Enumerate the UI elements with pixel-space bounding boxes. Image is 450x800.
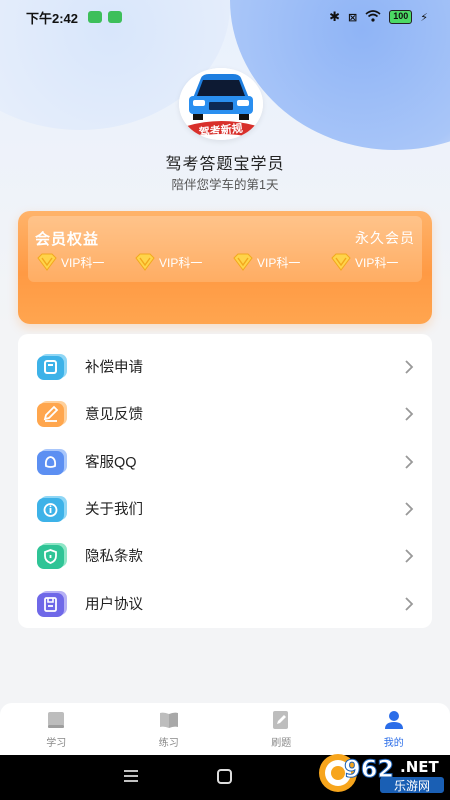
battery-indicator: 100 — [389, 10, 413, 24]
tab-quiz[interactable]: 刷题 — [225, 703, 338, 755]
vip-badges: VIP科一 VIP科一 VIP科一 VIP科一 — [36, 253, 428, 271]
vip-badge-label: VIP科一 — [257, 255, 301, 270]
user-subtitle: 陪伴您学车的第1天 — [171, 178, 279, 192]
watermark-site-name: 乐游网 — [394, 779, 430, 793]
menu-item-privacy[interactable]: 隐私条款 — [18, 532, 432, 579]
chevron-right-icon — [405, 548, 414, 563]
avatar[interactable]: 驾考新规 — [179, 68, 263, 140]
info-icon — [37, 494, 70, 524]
vip-title: 会员权益 — [35, 231, 100, 248]
status-time: 下午2:42 — [26, 10, 79, 26]
book-icon — [48, 712, 65, 728]
menu-item-refund[interactable]: 补偿申请 — [18, 343, 432, 390]
vip-card[interactable]: 会员权益 永久会员 VIP科一 VIP科一 VIP科一 VIP科一 — [18, 211, 432, 324]
chevron-right-icon — [405, 406, 414, 421]
feedback-icon — [37, 399, 70, 429]
edit-icon — [273, 711, 289, 729]
tab-label: 刷题 — [271, 738, 292, 749]
charging-icon: ⚡ — [420, 11, 428, 24]
vip-badge-label: VIP科一 — [61, 255, 105, 270]
tab-mine[interactable]: 我的 — [338, 703, 450, 755]
menu-item-about[interactable]: 关于我们 — [18, 485, 432, 532]
document-icon — [37, 589, 70, 619]
menu-item-label: 用户协议 — [85, 597, 143, 613]
vip-badge-label: VIP科一 — [159, 255, 203, 270]
bluetooth-icon: ✱ — [329, 9, 341, 24]
vip-card-highlight — [28, 216, 422, 282]
vip-badge: VIP科一 — [36, 253, 134, 271]
menu-item-label: 客服QQ — [85, 455, 137, 471]
bottom-tab-bar: 学习 练习 刷题 我的 — [0, 703, 450, 755]
shield-icon — [37, 541, 70, 571]
status-indicators: ✱ ⊠ 100 ⚡ — [329, 9, 428, 25]
menu-item-label: 补偿申请 — [85, 360, 143, 376]
menu-item-label: 隐私条款 — [85, 549, 143, 565]
open-book-icon — [159, 712, 178, 728]
mute-icon: ⊠ — [348, 11, 358, 24]
vip-type: 永久会员 — [355, 230, 415, 246]
diamond-icon — [37, 253, 57, 271]
diamond-icon — [331, 253, 351, 271]
vip-badge-label: VIP科一 — [355, 255, 399, 270]
refund-icon — [37, 352, 70, 382]
notification-icon — [108, 11, 123, 23]
menu-item-qq[interactable]: 客服QQ — [18, 438, 432, 485]
user-name: 驾考答题宝学员 — [165, 156, 285, 173]
user-icon — [384, 711, 403, 729]
watermark-logo: 962 .NET 乐游网 — [319, 754, 444, 793]
menu-item-feedback[interactable]: 意见反馈 — [18, 390, 432, 437]
tab-study[interactable]: 学习 — [0, 703, 113, 755]
car-icon: 驾考新规 — [179, 68, 263, 140]
diamond-icon — [233, 253, 253, 271]
menu-item-label: 意见反馈 — [85, 407, 143, 423]
vip-badge: VIP科一 — [134, 253, 232, 271]
menu-icon[interactable] — [124, 770, 138, 782]
tab-label: 练习 — [158, 738, 179, 749]
menu-item-label: 关于我们 — [85, 502, 143, 518]
home-button[interactable] — [217, 769, 232, 784]
menu-item-agreement[interactable]: 用户协议 — [18, 580, 432, 627]
settings-menu: 补偿申请 意见反馈 客服QQ 关于我们 隐私条款 用户协议 — [18, 334, 432, 628]
chevron-right-icon — [405, 501, 414, 516]
wifi-icon — [365, 9, 381, 25]
tab-practice[interactable]: 练习 — [113, 703, 226, 755]
tab-label: 我的 — [383, 738, 404, 749]
notification-icon — [88, 11, 103, 23]
watermark-net: .NET — [400, 758, 439, 776]
qq-icon — [37, 447, 70, 477]
diamond-icon — [135, 253, 155, 271]
chevron-right-icon — [405, 359, 414, 374]
vip-badge: VIP科一 — [232, 253, 330, 271]
vip-badge: VIP科一 — [330, 253, 428, 271]
tab-label: 学习 — [46, 738, 67, 749]
status-bar: 下午2:42 ✱ ⊠ 100 ⚡ — [0, 0, 450, 34]
chevron-right-icon — [405, 454, 414, 469]
chevron-right-icon — [405, 596, 414, 611]
